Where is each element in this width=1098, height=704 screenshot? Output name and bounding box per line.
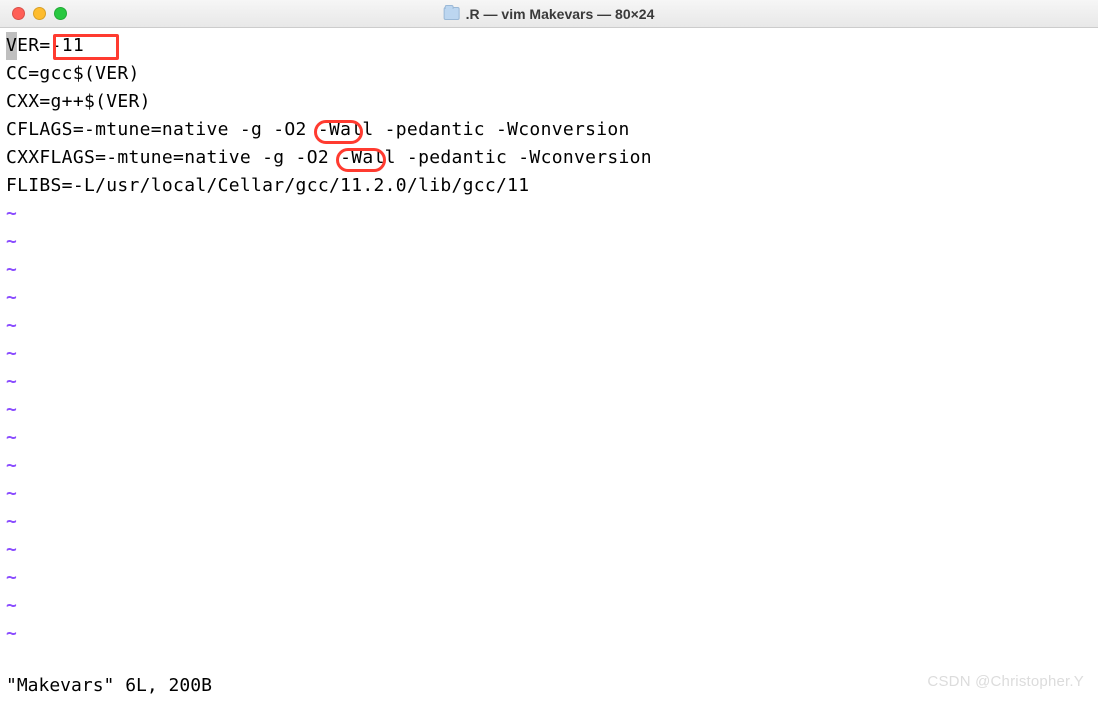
close-icon[interactable] [12,7,25,20]
vim-empty-line-tilde: ~ [6,452,1092,480]
editor-line: FLIBS=-L/usr/local/Cellar/gcc/11.2.0/lib… [6,172,1092,200]
vim-empty-line-tilde: ~ [6,480,1092,508]
editor-line-text: ER=-11 [17,35,84,56]
editor-line: CC=gcc$(VER) [6,60,1092,88]
editor-line: CFLAGS=-mtune=native -g -O2 -Wall -pedan… [6,116,1092,144]
editor-line: CXXFLAGS=-mtune=native -g -O2 -Wall -ped… [6,144,1092,172]
vim-empty-line-tilde: ~ [6,256,1092,284]
vim-empty-line-tilde: ~ [6,368,1092,396]
editor-line-text: CC=gcc$(VER) [6,63,140,84]
window-titlebar: .R — vim Makevars — 80×24 [0,0,1098,28]
vim-empty-line-tilde: ~ [6,200,1092,228]
watermark: CSDN @Christopher.Y [927,668,1084,696]
window-title: .R — vim Makevars — 80×24 [444,0,655,28]
vim-empty-line-tilde: ~ [6,536,1092,564]
editor-line-text: CXXFLAGS=-mtune=native -g -O2 -Wall -ped… [6,147,652,168]
editor-line: CXX=g++$(VER) [6,88,1092,116]
vim-empty-line-tilde: ~ [6,396,1092,424]
window-title-text: .R — vim Makevars — 80×24 [466,0,655,28]
editor-line-text: FLIBS=-L/usr/local/Cellar/gcc/11.2.0/lib… [6,175,529,196]
traffic-lights [12,7,67,20]
vim-cursor: V [6,32,17,60]
minimize-icon[interactable] [33,7,46,20]
vim-empty-line-tilde: ~ [6,284,1092,312]
terminal-viewport[interactable]: VER=-11 CC=gcc$(VER) CXX=g++$(VER) CFLAG… [0,28,1098,648]
vim-empty-line-tilde: ~ [6,312,1092,340]
vim-empty-line-tilde: ~ [6,620,1092,648]
vim-status-line: "Makevars" 6L, 200B [6,672,212,700]
editor-line-text: CFLAGS=-mtune=native -g -O2 -Wall -pedan… [6,119,630,140]
vim-empty-line-tilde: ~ [6,564,1092,592]
vim-empty-line-tilde: ~ [6,340,1092,368]
folder-icon [444,7,460,20]
vim-empty-line-tilde: ~ [6,592,1092,620]
vim-empty-line-tilde: ~ [6,228,1092,256]
vim-empty-line-tilde: ~ [6,508,1092,536]
vim-empty-line-tilde: ~ [6,424,1092,452]
zoom-icon[interactable] [54,7,67,20]
editor-line: VER=-11 [6,32,1092,60]
editor-line-text: CXX=g++$(VER) [6,91,151,112]
